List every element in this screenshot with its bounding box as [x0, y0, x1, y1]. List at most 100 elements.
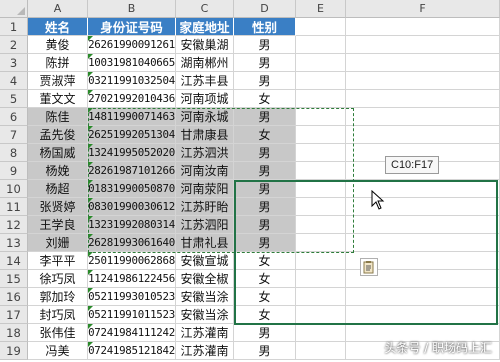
- cell-d15[interactable]: 女: [234, 270, 296, 288]
- cell-f10[interactable]: [346, 180, 500, 198]
- cell-b4[interactable]: 320321199103250437: [88, 72, 176, 90]
- cell-a5[interactable]: 董文文: [28, 90, 88, 108]
- cell-d12[interactable]: 男: [234, 216, 296, 234]
- cell-b5[interactable]: 412702199201043649: [88, 90, 176, 108]
- cell-e15[interactable]: [296, 270, 346, 288]
- cell-e10[interactable]: [296, 180, 346, 198]
- cell-c17[interactable]: 安徽当涂: [176, 306, 234, 324]
- paste-options-button[interactable]: [360, 258, 378, 276]
- column-header-c[interactable]: C: [176, 0, 234, 18]
- row-header-19[interactable]: 19: [0, 342, 28, 360]
- cell-a18[interactable]: 张伟佳: [28, 324, 88, 342]
- row-header-14[interactable]: 14: [0, 252, 28, 270]
- cell-a17[interactable]: 封巧凤: [28, 306, 88, 324]
- cell-b17[interactable]: 340521199101152341: [88, 306, 176, 324]
- cell-f4[interactable]: [346, 72, 500, 90]
- cell-e7[interactable]: [296, 126, 346, 144]
- cell-f1[interactable]: [346, 18, 500, 36]
- column-header-f[interactable]: F: [346, 0, 500, 18]
- cell-c15[interactable]: 安徽全椒: [176, 270, 234, 288]
- cell-f6[interactable]: [346, 108, 500, 126]
- cell-e18[interactable]: [296, 324, 346, 342]
- cell-b8[interactable]: 321324199505202059: [88, 144, 176, 162]
- cell-b18[interactable]: 320724198411124236: [88, 324, 176, 342]
- row-header-3[interactable]: 3: [0, 54, 28, 72]
- cell-b10[interactable]: 410183199005087074: [88, 180, 176, 198]
- cell-a9[interactable]: 杨娩: [28, 162, 88, 180]
- row-header-16[interactable]: 16: [0, 288, 28, 306]
- cell-e2[interactable]: [296, 36, 346, 54]
- cell-c12[interactable]: 江苏泗阳: [176, 216, 234, 234]
- cell-b11[interactable]: 320830199003061210: [88, 198, 176, 216]
- row-header-18[interactable]: 18: [0, 324, 28, 342]
- cell-d19[interactable]: 男: [234, 342, 296, 360]
- cell-c10[interactable]: 河南荥阳: [176, 180, 234, 198]
- cell-b6[interactable]: 411481199007146313: [88, 108, 176, 126]
- cell-e1[interactable]: [296, 18, 346, 36]
- row-header-12[interactable]: 12: [0, 216, 28, 234]
- cell-a6[interactable]: 陈佳: [28, 108, 88, 126]
- column-header-d[interactable]: D: [234, 0, 296, 18]
- cell-a7[interactable]: 孟先俊: [28, 126, 88, 144]
- cell-d2[interactable]: 男: [234, 36, 296, 54]
- cell-c19[interactable]: 江苏灌南: [176, 342, 234, 360]
- cell-b12[interactable]: 321323199208031410: [88, 216, 176, 234]
- row-header-6[interactable]: 6: [0, 108, 28, 126]
- cell-d16[interactable]: 女: [234, 288, 296, 306]
- cell-f2[interactable]: [346, 36, 500, 54]
- cell-e8[interactable]: [296, 144, 346, 162]
- column-header-e[interactable]: E: [296, 0, 346, 18]
- cell-c7[interactable]: 甘肃康县: [176, 126, 234, 144]
- cell-b16[interactable]: 340521199301052321: [88, 288, 176, 306]
- cell-e14[interactable]: [296, 252, 346, 270]
- cell-c3[interactable]: 湖南郴州: [176, 54, 234, 72]
- cell-b15[interactable]: 341124198612245626: [88, 270, 176, 288]
- column-header-b[interactable]: B: [88, 0, 176, 18]
- cell-a15[interactable]: 徐巧凤: [28, 270, 88, 288]
- cell-c16[interactable]: 安徽当涂: [176, 288, 234, 306]
- cell-d13[interactable]: 男: [234, 234, 296, 252]
- cell-a19[interactable]: 冯美: [28, 342, 88, 360]
- cell-a13[interactable]: 刘姗: [28, 234, 88, 252]
- cell-c2[interactable]: 安徽巢湖: [176, 36, 234, 54]
- row-header-7[interactable]: 7: [0, 126, 28, 144]
- cell-a14[interactable]: 李平平: [28, 252, 88, 270]
- row-header-4[interactable]: 4: [0, 72, 28, 90]
- cell-c11[interactable]: 江苏盱眙: [176, 198, 234, 216]
- cell-f5[interactable]: [346, 90, 500, 108]
- cell-e3[interactable]: [296, 54, 346, 72]
- cell-f16[interactable]: [346, 288, 500, 306]
- cell-c13[interactable]: 甘肃礼县: [176, 234, 234, 252]
- column-header-a[interactable]: A: [28, 0, 88, 18]
- row-header-10[interactable]: 10: [0, 180, 28, 198]
- cell-a16[interactable]: 郭加玲: [28, 288, 88, 306]
- row-header-2[interactable]: 2: [0, 36, 28, 54]
- cell-d8[interactable]: 男: [234, 144, 296, 162]
- cell-f3[interactable]: [346, 54, 500, 72]
- cell-a2[interactable]: 黄俊: [28, 36, 88, 54]
- cell-d9[interactable]: 男: [234, 162, 296, 180]
- cell-a8[interactable]: 杨国威: [28, 144, 88, 162]
- row-header-1[interactable]: 1: [0, 18, 28, 36]
- cell-b14[interactable]: 342501199006286842: [88, 252, 176, 270]
- row-header-8[interactable]: 8: [0, 144, 28, 162]
- cell-b2[interactable]: 342626199009126118: [88, 36, 176, 54]
- cell-a10[interactable]: 杨超: [28, 180, 88, 198]
- cell-a11[interactable]: 张贤婷: [28, 198, 88, 216]
- cell-b1[interactable]: 身份证号码: [88, 18, 176, 36]
- cell-b7[interactable]: 622625199205130422: [88, 126, 176, 144]
- cell-e5[interactable]: [296, 90, 346, 108]
- select-all-corner[interactable]: [0, 0, 28, 18]
- cell-f13[interactable]: [346, 234, 500, 252]
- cell-b13[interactable]: 622628199306164073: [88, 234, 176, 252]
- cell-f7[interactable]: [346, 126, 500, 144]
- cell-e6[interactable]: [296, 108, 346, 126]
- cell-b3[interactable]: 431003198104066538: [88, 54, 176, 72]
- cell-e12[interactable]: [296, 216, 346, 234]
- cell-c4[interactable]: 江苏丰县: [176, 72, 234, 90]
- cell-a1[interactable]: 姓名: [28, 18, 88, 36]
- cell-d7[interactable]: 女: [234, 126, 296, 144]
- cell-d17[interactable]: 女: [234, 306, 296, 324]
- row-header-9[interactable]: 9: [0, 162, 28, 180]
- cell-e4[interactable]: [296, 72, 346, 90]
